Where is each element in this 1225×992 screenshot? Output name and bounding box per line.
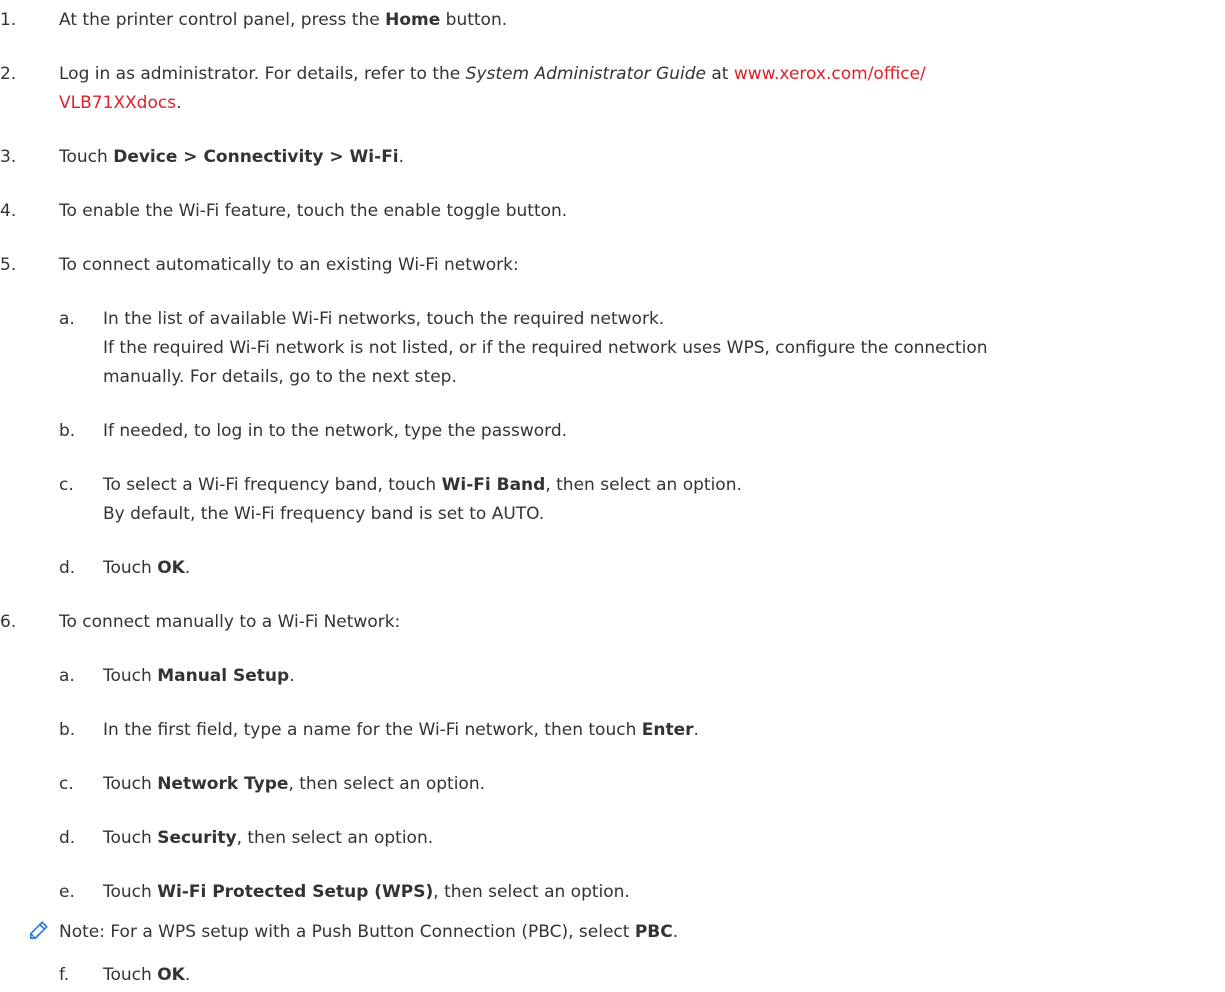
step-text: To connect automatically to an existing … bbox=[59, 255, 519, 275]
substep-text: Touch Network Type, then select an optio… bbox=[103, 770, 485, 799]
step-number: 4. bbox=[0, 201, 17, 221]
pbc-label: PBC bbox=[634, 922, 673, 942]
substep-letter: f. bbox=[59, 965, 70, 985]
enter-label: Enter bbox=[641, 720, 694, 740]
step-number: 2. bbox=[0, 64, 17, 84]
substep-letter: d. bbox=[59, 828, 76, 848]
substep-text: Touch Manual Setup. bbox=[103, 662, 295, 691]
network-type-label: Network Type bbox=[157, 774, 289, 794]
note-text: Note: For a WPS setup with a Push Button… bbox=[59, 918, 678, 947]
substep-letter: a. bbox=[59, 309, 75, 329]
text-segment: Touch bbox=[103, 558, 158, 578]
text-segment: button. bbox=[440, 10, 508, 30]
substep-text: In the first field, type a name for the … bbox=[103, 716, 699, 745]
substep-text: In the list of available Wi-Fi networks,… bbox=[103, 309, 665, 329]
step-text: At the printer control panel, press the … bbox=[59, 6, 507, 35]
ok-label: OK bbox=[157, 965, 185, 985]
step-text: Touch Device > Connectivity > Wi-Fi. bbox=[59, 143, 404, 172]
text-segment: To select a Wi-Fi frequency band, touch bbox=[103, 475, 442, 495]
substep-5c-line-2: By default, the Wi-Fi frequency band is … bbox=[103, 504, 545, 524]
substep-letter: c. bbox=[59, 774, 74, 794]
text-segment: Note: For a WPS setup with a Push Button… bbox=[59, 922, 635, 942]
text-segment: In the first field, type a name for the … bbox=[103, 720, 642, 740]
step-number: 5. bbox=[0, 255, 17, 275]
text-segment: Touch bbox=[103, 882, 158, 902]
substep-letter: c. bbox=[59, 475, 74, 495]
pencil-icon bbox=[29, 921, 48, 940]
substep-letter: b. bbox=[59, 720, 76, 740]
step-number: 1. bbox=[0, 10, 17, 30]
text-segment: . bbox=[184, 965, 191, 985]
step-text: To connect manually to a Wi-Fi Network: bbox=[59, 612, 401, 632]
text-segment: Touch bbox=[103, 965, 158, 985]
text-segment: . bbox=[672, 922, 679, 942]
substep-text: Touch OK. bbox=[103, 961, 190, 990]
substep-text: If needed, to log in to the network, typ… bbox=[103, 421, 568, 441]
guide-title: System Administrator Guide bbox=[465, 64, 706, 84]
menu-path: Device > Connectivity > Wi-Fi bbox=[113, 147, 399, 167]
manual-setup-label: Manual Setup bbox=[157, 666, 290, 686]
step-text: To enable the Wi-Fi feature, touch the e… bbox=[59, 201, 568, 221]
text-segment: . bbox=[184, 558, 191, 578]
step-number: 3. bbox=[0, 147, 17, 167]
substep-5a-line-3: manually. For details, go to the next st… bbox=[103, 367, 457, 387]
text-segment: , then select an option. bbox=[288, 774, 486, 794]
step-2-continuation: VLB71XXdocs. bbox=[59, 89, 182, 118]
text-segment: , then select an option. bbox=[433, 882, 630, 902]
text-segment: . bbox=[289, 666, 295, 686]
substep-text: To select a Wi-Fi frequency band, touch … bbox=[103, 471, 742, 500]
substep-letter: d. bbox=[59, 558, 76, 578]
text-segment: , then select an option. bbox=[545, 475, 742, 495]
wifi-band-label: Wi-Fi Band bbox=[441, 475, 546, 495]
instruction-document: 1. At the printer control panel, press t… bbox=[0, 0, 1225, 992]
substep-5a-line-2: If the required Wi-Fi network is not lis… bbox=[103, 338, 988, 358]
text-segment: . bbox=[693, 720, 699, 740]
home-button-label: Home bbox=[385, 10, 441, 30]
substep-letter: e. bbox=[59, 882, 75, 902]
text-segment: , then select an option. bbox=[236, 828, 434, 848]
step-number: 6. bbox=[0, 612, 17, 632]
docs-link-continued[interactable]: VLB71XXdocs bbox=[59, 93, 176, 113]
substep-letter: a. bbox=[59, 666, 75, 686]
substep-letter: b. bbox=[59, 421, 76, 441]
text-segment: Touch bbox=[103, 828, 158, 848]
ok-label: OK bbox=[157, 558, 185, 578]
text-segment: Touch bbox=[59, 147, 114, 167]
wps-label: Wi-Fi Protected Setup (WPS) bbox=[157, 882, 434, 902]
text-segment: Touch bbox=[103, 774, 158, 794]
step-text: Log in as administrator. For details, re… bbox=[59, 60, 926, 89]
security-label: Security bbox=[157, 828, 237, 848]
text-segment: . bbox=[398, 147, 405, 167]
substep-text: Touch OK. bbox=[103, 554, 190, 583]
text-segment: At the printer control panel, press the bbox=[59, 10, 386, 30]
text-segment: Log in as administrator. For details, re… bbox=[59, 64, 466, 84]
substep-text: Touch Wi-Fi Protected Setup (WPS), then … bbox=[103, 878, 630, 907]
text-segment: at bbox=[705, 64, 734, 84]
text-segment: . bbox=[176, 93, 182, 113]
substep-text: Touch Security, then select an option. bbox=[103, 824, 433, 853]
text-segment: Touch bbox=[103, 666, 158, 686]
docs-link[interactable]: www.xerox.com/office/ bbox=[734, 64, 926, 84]
